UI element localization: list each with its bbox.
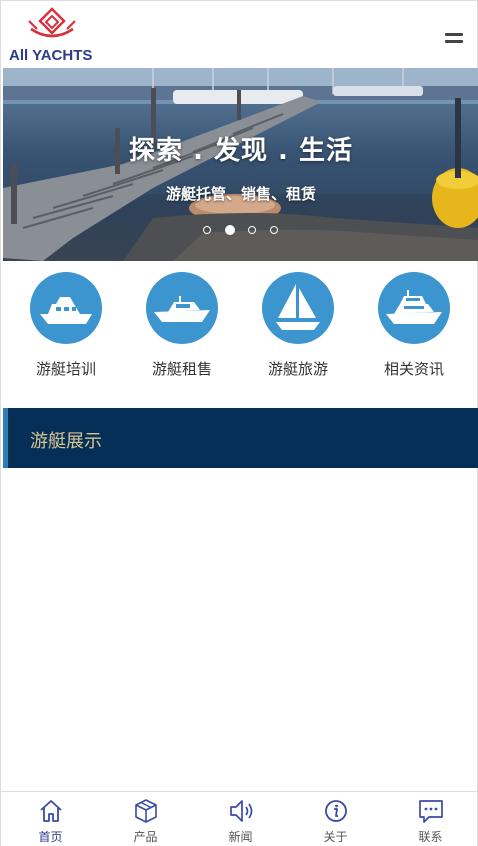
banner-title: 探索 . 发现 . 生活: [129, 136, 353, 166]
site-logo[interactable]: All YACHTS: [9, 7, 97, 65]
nav-home[interactable]: 首页: [3, 792, 98, 846]
category-label: 相关资讯: [383, 360, 444, 378]
category-label: 游艇旅游: [267, 360, 328, 378]
carousel-dot[interactable]: [248, 226, 256, 234]
cube-icon: [135, 799, 157, 823]
site-header: All YACHTS: [1, 0, 477, 68]
nav-label: 产品: [133, 830, 158, 844]
chat-icon: [419, 800, 443, 823]
category-label: 游艇培训: [35, 360, 96, 378]
bottom-navigation: 首页 产品 新闻 关于 联系: [1, 791, 477, 846]
cruiser-yacht-icon: [378, 272, 450, 344]
logo-mark-icon: [28, 7, 76, 38]
category-training[interactable]: 游艇培训: [15, 272, 115, 382]
category-label: 游艇租售: [151, 360, 212, 378]
nav-contact[interactable]: 联系: [383, 792, 478, 846]
info-icon: [325, 800, 347, 822]
sailboat-icon: [262, 272, 334, 344]
nav-label: 新闻: [228, 830, 253, 844]
category-news[interactable]: 相关资讯: [363, 272, 463, 382]
hamburger-menu-icon[interactable]: [445, 31, 463, 45]
carousel-dot[interactable]: [203, 226, 211, 234]
nav-label: 关于: [323, 830, 348, 844]
category-rental[interactable]: 游艇租售: [131, 272, 231, 382]
carousel-dot-active[interactable]: [225, 225, 235, 235]
menu-bar: [445, 40, 463, 43]
banner-subtitle: 游艇托管、销售、租赁: [165, 185, 316, 203]
motor-yacht-icon: [30, 272, 102, 344]
speaker-icon: [230, 800, 253, 822]
section-header: 游艇展示: [3, 408, 478, 468]
nav-label: 首页: [38, 830, 63, 844]
menu-bar: [445, 33, 463, 36]
carousel-indicators: [203, 225, 283, 238]
logo-text: All YACHTS: [9, 47, 93, 64]
nav-label: 联系: [418, 830, 443, 844]
speedboat-icon: [146, 272, 218, 344]
category-grid: 游艇培训 游艇租售 游艇旅游 相关资讯: [1, 272, 477, 382]
nav-about[interactable]: 关于: [288, 792, 383, 846]
carousel-dot[interactable]: [270, 226, 278, 234]
home-icon: [40, 800, 62, 822]
hero-banner[interactable]: 探索 . 发现 . 生活 游艇托管、销售、租赁: [3, 68, 478, 261]
nav-news[interactable]: 新闻: [193, 792, 288, 846]
nav-products[interactable]: 产品: [98, 792, 193, 846]
section-title: 游艇展示: [30, 431, 102, 452]
category-tourism[interactable]: 游艇旅游: [247, 272, 347, 382]
